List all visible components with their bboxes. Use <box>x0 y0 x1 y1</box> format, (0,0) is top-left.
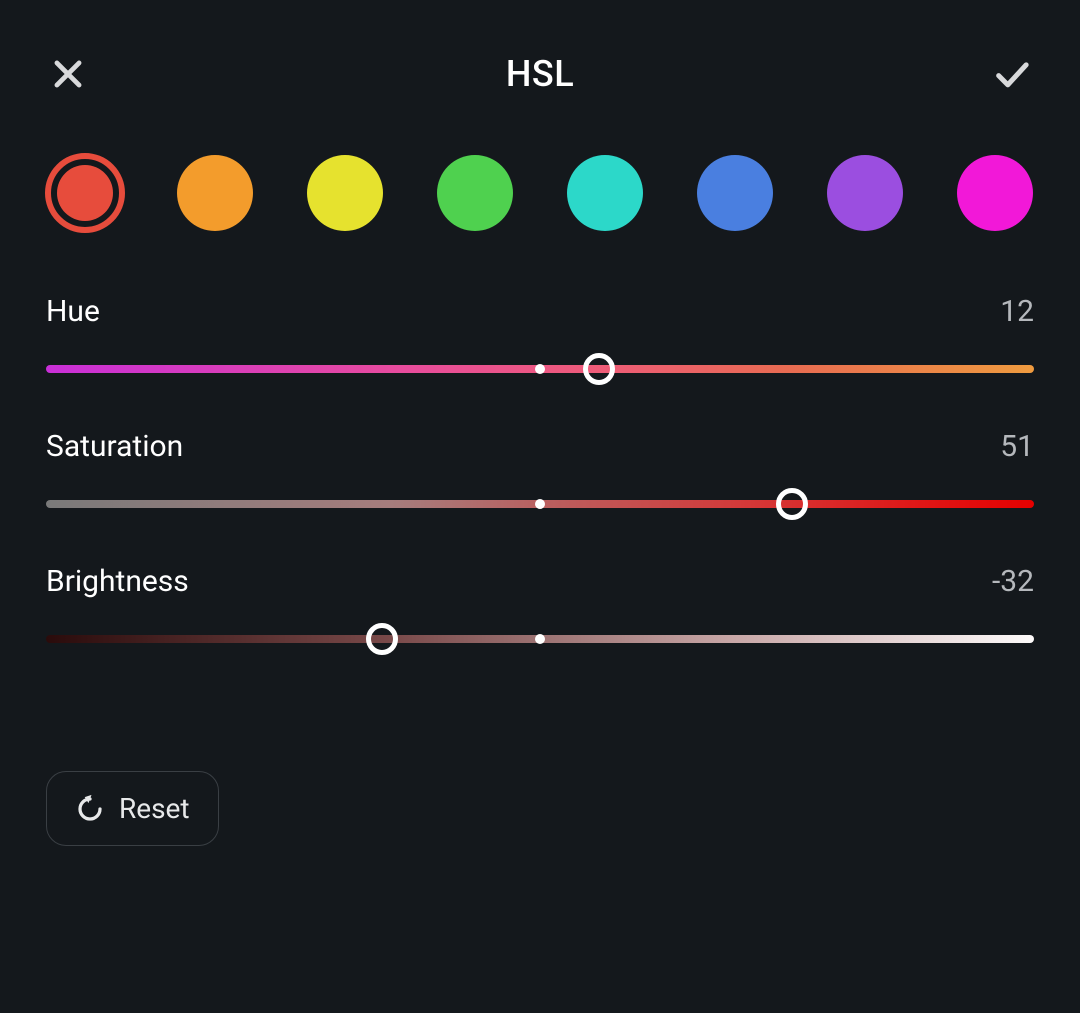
swatch-dot <box>307 155 383 231</box>
slider-center-dot <box>535 499 545 509</box>
reset-label: Reset <box>119 792 190 825</box>
reset-button[interactable]: Reset <box>46 771 219 846</box>
header: HSL <box>46 0 1034 144</box>
hsl-panel: HSL Hue 12 Saturation 51 Brigh <box>0 0 1080 1013</box>
slider-center-dot <box>535 364 545 374</box>
swatch-dot <box>567 155 643 231</box>
color-swatch-yellow[interactable] <box>306 154 384 232</box>
saturation-thumb[interactable] <box>776 488 808 520</box>
panel-title: HSL <box>506 53 574 95</box>
color-swatch-orange[interactable] <box>176 154 254 232</box>
saturation-value: 51 <box>1000 429 1034 464</box>
hue-thumb[interactable] <box>583 353 615 385</box>
brightness-slider-group: Brightness -32 <box>46 564 1034 643</box>
confirm-button[interactable] <box>990 52 1034 96</box>
close-icon <box>49 55 87 93</box>
brightness-label: Brightness <box>46 564 189 599</box>
hue-slider[interactable] <box>46 365 1034 373</box>
saturation-slider-group: Saturation 51 <box>46 429 1034 508</box>
color-swatch-red[interactable] <box>46 154 124 232</box>
swatch-dot <box>437 155 513 231</box>
color-swatch-blue[interactable] <box>696 154 774 232</box>
color-swatch-purple[interactable] <box>826 154 904 232</box>
check-icon <box>990 54 1034 94</box>
swatch-dot <box>827 155 903 231</box>
reset-icon <box>75 794 105 824</box>
swatch-dot <box>957 155 1033 231</box>
color-swatch-row <box>46 144 1034 294</box>
color-swatch-cyan[interactable] <box>566 154 644 232</box>
swatch-dot <box>57 165 113 221</box>
swatch-dot <box>697 155 773 231</box>
slider-center-dot <box>535 634 545 644</box>
color-swatch-magenta[interactable] <box>956 154 1034 232</box>
saturation-slider[interactable] <box>46 500 1034 508</box>
brightness-thumb[interactable] <box>366 623 398 655</box>
hue-slider-group: Hue 12 <box>46 294 1034 373</box>
saturation-label: Saturation <box>46 429 183 464</box>
brightness-slider[interactable] <box>46 635 1034 643</box>
close-button[interactable] <box>46 52 90 96</box>
hue-label: Hue <box>46 294 100 329</box>
hue-value: 12 <box>1000 294 1034 329</box>
color-swatch-green[interactable] <box>436 154 514 232</box>
brightness-value: -32 <box>992 564 1034 599</box>
swatch-dot <box>177 155 253 231</box>
